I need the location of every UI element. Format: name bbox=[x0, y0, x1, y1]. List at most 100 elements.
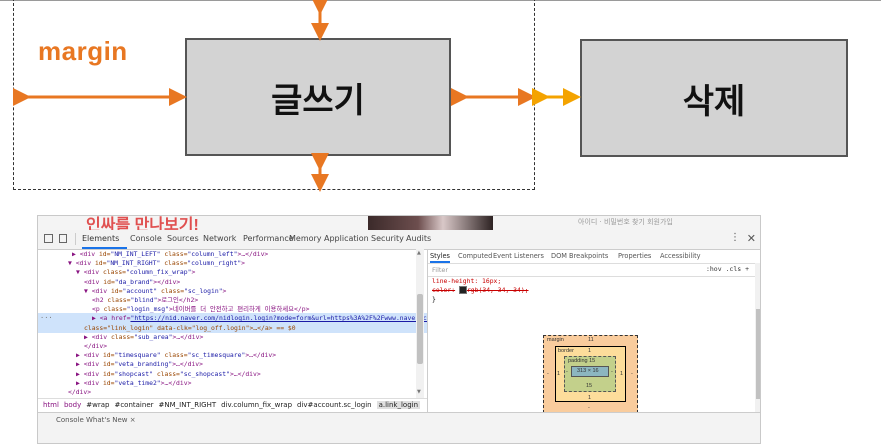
device-toolbar-icon[interactable] bbox=[59, 234, 67, 243]
tab-sources[interactable]: Sources bbox=[167, 234, 199, 243]
dom-node-val: "NM_INT_RIGHT" bbox=[106, 259, 161, 268]
dom-node-attr: id= bbox=[99, 360, 115, 369]
styles-tab-styles[interactable]: Styles bbox=[430, 252, 450, 260]
dom-node-val: "login_msg" bbox=[126, 305, 169, 314]
scroll-up-arrow[interactable]: ▲ bbox=[417, 250, 421, 256]
dom-node-attr: class= bbox=[99, 268, 127, 277]
dom-node-pre: ▼ < bbox=[76, 268, 88, 277]
styles-tab-properties[interactable]: Properties bbox=[618, 252, 651, 260]
page-preview-image bbox=[368, 216, 493, 230]
css-line-height-text: line-height: 16px; bbox=[432, 277, 502, 285]
css-color-overridden[interactable]: color: rgb(34, 34, 34); bbox=[432, 286, 529, 294]
styles-tab-accessibility[interactable]: Accessibility bbox=[660, 252, 701, 260]
breadcrumb-item[interactable]: a.link_login bbox=[376, 401, 421, 409]
dom-node-tag: div bbox=[83, 250, 96, 258]
tab-security[interactable]: Security bbox=[371, 234, 404, 243]
dom-node-pre: ▶ < bbox=[76, 351, 88, 360]
dom-node-attr: id= bbox=[107, 286, 123, 295]
dom-node-pre: ▶ < bbox=[76, 378, 88, 387]
styles-tab-dom-breakpoints[interactable]: DOM Breakpoints bbox=[551, 252, 608, 260]
breadcrumb-item[interactable]: html bbox=[43, 401, 59, 409]
tab-console[interactable]: Console bbox=[130, 234, 162, 243]
dom-node-val2: "column_right" bbox=[187, 259, 242, 268]
dom-node-tag: div bbox=[79, 259, 92, 268]
dom-node-attr: id= bbox=[99, 277, 115, 286]
dom-node-val2: "sc_timesquare" bbox=[187, 351, 246, 360]
more-options-icon[interactable]: ⋮ bbox=[730, 232, 740, 243]
tab-audits[interactable]: Audits bbox=[406, 234, 431, 243]
styles-filter-input[interactable]: Filter bbox=[432, 266, 448, 274]
dom-node-val2: "column_left" bbox=[187, 250, 238, 258]
box-model-padding-left: - bbox=[566, 369, 568, 375]
box-model-padding-label: padding 15 bbox=[568, 358, 596, 364]
dom-node-post: > bbox=[103, 342, 108, 350]
dom-node-attr: id= bbox=[95, 250, 111, 258]
box-model-border-label: border bbox=[558, 348, 574, 354]
dom-node-attr: id= bbox=[91, 259, 107, 268]
tab-memory[interactable]: Memory bbox=[289, 234, 322, 243]
styles-scrollbar-thumb[interactable] bbox=[756, 309, 760, 399]
box-model-margin-left: - bbox=[547, 371, 549, 377]
dom-node-post: >…</div> bbox=[172, 332, 204, 341]
styles-pane: Styles Computed Event Listeners DOM Breakpo… bbox=[427, 249, 760, 413]
dom-node-tag: div bbox=[87, 277, 100, 286]
dom-node-tag: div bbox=[87, 268, 100, 277]
console-drawer-tabs[interactable]: Console What's New × bbox=[56, 416, 136, 424]
dom-node-pre: ▶ < bbox=[84, 332, 96, 341]
dom-node-val: "shopcast" bbox=[114, 369, 153, 378]
dom-node-post: ></div> bbox=[153, 277, 181, 286]
dom-node-post: > bbox=[241, 259, 246, 268]
css-line-height[interactable]: line-height: 16px; bbox=[432, 277, 501, 285]
devtools-panel: 인싸를 만나보기! 아이디 · 비밀번호 찾기 회원가입 Elements Con… bbox=[37, 215, 761, 444]
tab-network[interactable]: Network bbox=[203, 234, 236, 243]
console-drawer: Console What's New × bbox=[38, 412, 760, 443]
box-model-content-size: 313 × 16 bbox=[577, 368, 599, 374]
dom-node-post: > bbox=[87, 388, 92, 396]
dom-node-val: "veta_time2" bbox=[114, 378, 161, 387]
dom-node-post: >네이버를 더 안전하고 편리하게 이용하세요</p> bbox=[168, 305, 310, 314]
dom-node-val: "blind" bbox=[130, 296, 158, 304]
breadcrumb-item[interactable]: #container bbox=[114, 401, 153, 409]
color-swatch[interactable] bbox=[458, 286, 467, 294]
dom-node-pre: ▼ < bbox=[84, 286, 96, 295]
dom-node-tag: div bbox=[87, 369, 100, 378]
box-model-margin-right: - bbox=[631, 371, 633, 377]
breadcrumb-item[interactable]: body bbox=[64, 401, 81, 409]
node-ellipsis-icon[interactable]: ··· bbox=[40, 313, 53, 323]
dom-node-line[interactable]: </div> bbox=[38, 387, 427, 397]
close-devtools-icon[interactable]: ✕ bbox=[747, 232, 756, 245]
dom-node-post: > bbox=[191, 268, 196, 277]
box-model-border-bottom: 1 bbox=[588, 395, 592, 401]
dom-node-attr: id= bbox=[99, 351, 115, 360]
tab-elements[interactable]: Elements bbox=[82, 234, 119, 243]
dom-node-post: >…</div> bbox=[160, 378, 192, 387]
dom-node-val: "veta_branding" bbox=[114, 360, 173, 369]
styles-tab-computed[interactable]: Computed bbox=[458, 252, 492, 260]
page-preview-text: 인싸를 만나보기! bbox=[86, 217, 199, 231]
margin-diagram: margin 글쓰기 삭제 bbox=[0, 0, 881, 205]
dom-node-post: >로그인</h2> bbox=[157, 296, 199, 304]
dom-node-pre: ▶ < bbox=[72, 250, 84, 258]
scroll-down-arrow[interactable]: ▼ bbox=[417, 389, 421, 395]
elements-scrollbar-thumb[interactable] bbox=[417, 294, 423, 364]
tab-application[interactable]: Application bbox=[324, 234, 369, 243]
styles-tab-event-listeners[interactable]: Event Listeners bbox=[493, 252, 544, 260]
styles-filter-options[interactable]: :hov .cls + bbox=[706, 265, 749, 273]
breadcrumb-item[interactable]: div.column_fix_wrap bbox=[221, 401, 292, 409]
elements-tree[interactable]: ▶ <div id="NM_INT_LEFT" class="column_le… bbox=[38, 249, 427, 398]
css-color-value: rgb(34, 34, 34); bbox=[466, 286, 529, 294]
devtools-tab-bar: Elements Console Sources Network Performance… bbox=[38, 230, 760, 250]
dom-node-val: "da_brand" bbox=[114, 277, 154, 286]
selected-node-href[interactable]: "https://nid.naver.com/nidlogin.login?mo… bbox=[130, 314, 427, 322]
breadcrumb-item[interactable]: #NM_INT_RIGHT bbox=[159, 401, 217, 409]
dom-node-val2: "sc_shopcast" bbox=[179, 369, 230, 378]
dom-node-tag: div bbox=[75, 388, 88, 396]
breadcrumb-item[interactable]: div#account.sc_login bbox=[297, 401, 372, 409]
dom-node-tag: h2 bbox=[95, 296, 104, 304]
dom-node-attr2: class= bbox=[157, 286, 185, 295]
dom-node-pre: ▼ < bbox=[68, 259, 80, 268]
inspect-element-icon[interactable] bbox=[44, 234, 53, 243]
breadcrumb-item[interactable]: #wrap bbox=[86, 401, 109, 409]
dom-node-attr2: class= bbox=[160, 259, 188, 268]
tab-performance[interactable]: Performance bbox=[243, 234, 294, 243]
